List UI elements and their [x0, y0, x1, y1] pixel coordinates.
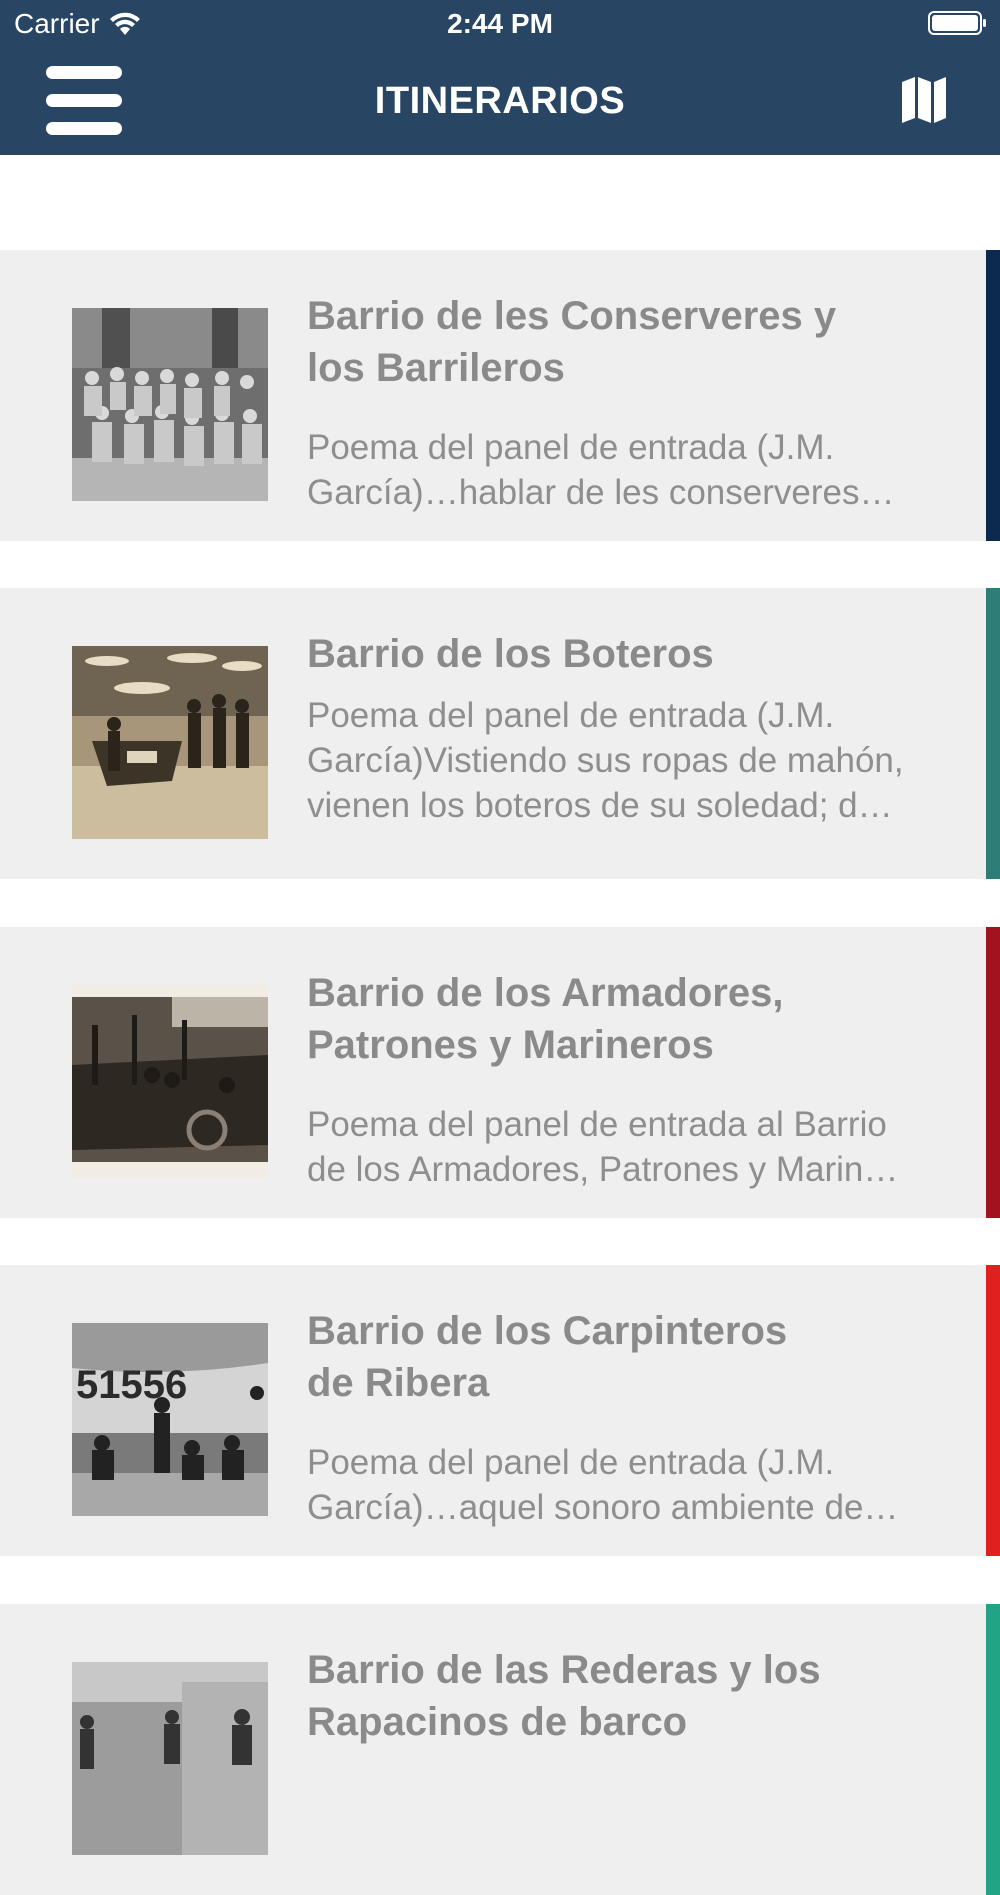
itinerary-thumbnail	[72, 1662, 268, 1855]
itinerary-thumbnail	[72, 646, 268, 839]
navigation-bar: ITINERARIOS	[0, 50, 1000, 155]
battery-icon	[928, 11, 986, 35]
itinerary-thumbnail	[72, 985, 268, 1178]
itinerary-color-stripe	[986, 588, 1000, 879]
itinerary-card[interactable]: Barrio de las Rederas y los Rapacinos de…	[0, 1604, 1000, 1895]
itinerary-card[interactable]: Barrio de los Boteros Poema del panel de…	[0, 588, 1000, 879]
itinerary-description: Poema del panel de entrada (J.M. García)…	[307, 1443, 899, 1527]
itinerary-card[interactable]: Barrio de los Armadores, Patrones y Mari…	[0, 927, 1000, 1218]
itinerary-thumbnail	[72, 308, 268, 501]
itinerary-card[interactable]: 51556 Barrio de los Carpinteros de Riber…	[0, 1265, 1000, 1556]
itinerary-title: Barrio de los Armadores, Patrones y Mari…	[307, 971, 784, 1067]
itinerary-title: Barrio de los Boteros	[307, 632, 714, 676]
map-icon[interactable]	[900, 75, 948, 125]
itinerary-title: Barrio de las Rederas y los Rapacinos de…	[307, 1648, 821, 1744]
itinerary-card[interactable]: Barrio de les Conserveres y los Barriler…	[0, 250, 1000, 541]
itinerary-thumbnail: 51556	[72, 1323, 268, 1516]
status-time: 2:44 PM	[447, 8, 553, 39]
itinerary-color-stripe	[986, 250, 1000, 541]
itinerary-color-stripe	[986, 1604, 1000, 1895]
itinerary-color-stripe	[986, 927, 1000, 1218]
itinerary-description: Poema del panel de entrada (J.M. García)…	[307, 428, 895, 512]
status-bar: Carrier 2:44 PM	[0, 0, 1000, 50]
page-title: ITINERARIOS	[374, 80, 626, 122]
itinerary-description: Poema del panel de entrada al Barrio de …	[307, 1105, 899, 1189]
itinerary-title: Barrio de les Conserveres y los Barriler…	[307, 294, 837, 390]
svg-text:51556: 51556	[76, 1363, 187, 1407]
itinerary-description: Poema del panel de entrada (J.M. García)…	[307, 696, 904, 825]
itinerary-color-stripe	[986, 1265, 1000, 1556]
itinerary-title: Barrio de los Carpinteros de Ribera	[307, 1309, 788, 1405]
